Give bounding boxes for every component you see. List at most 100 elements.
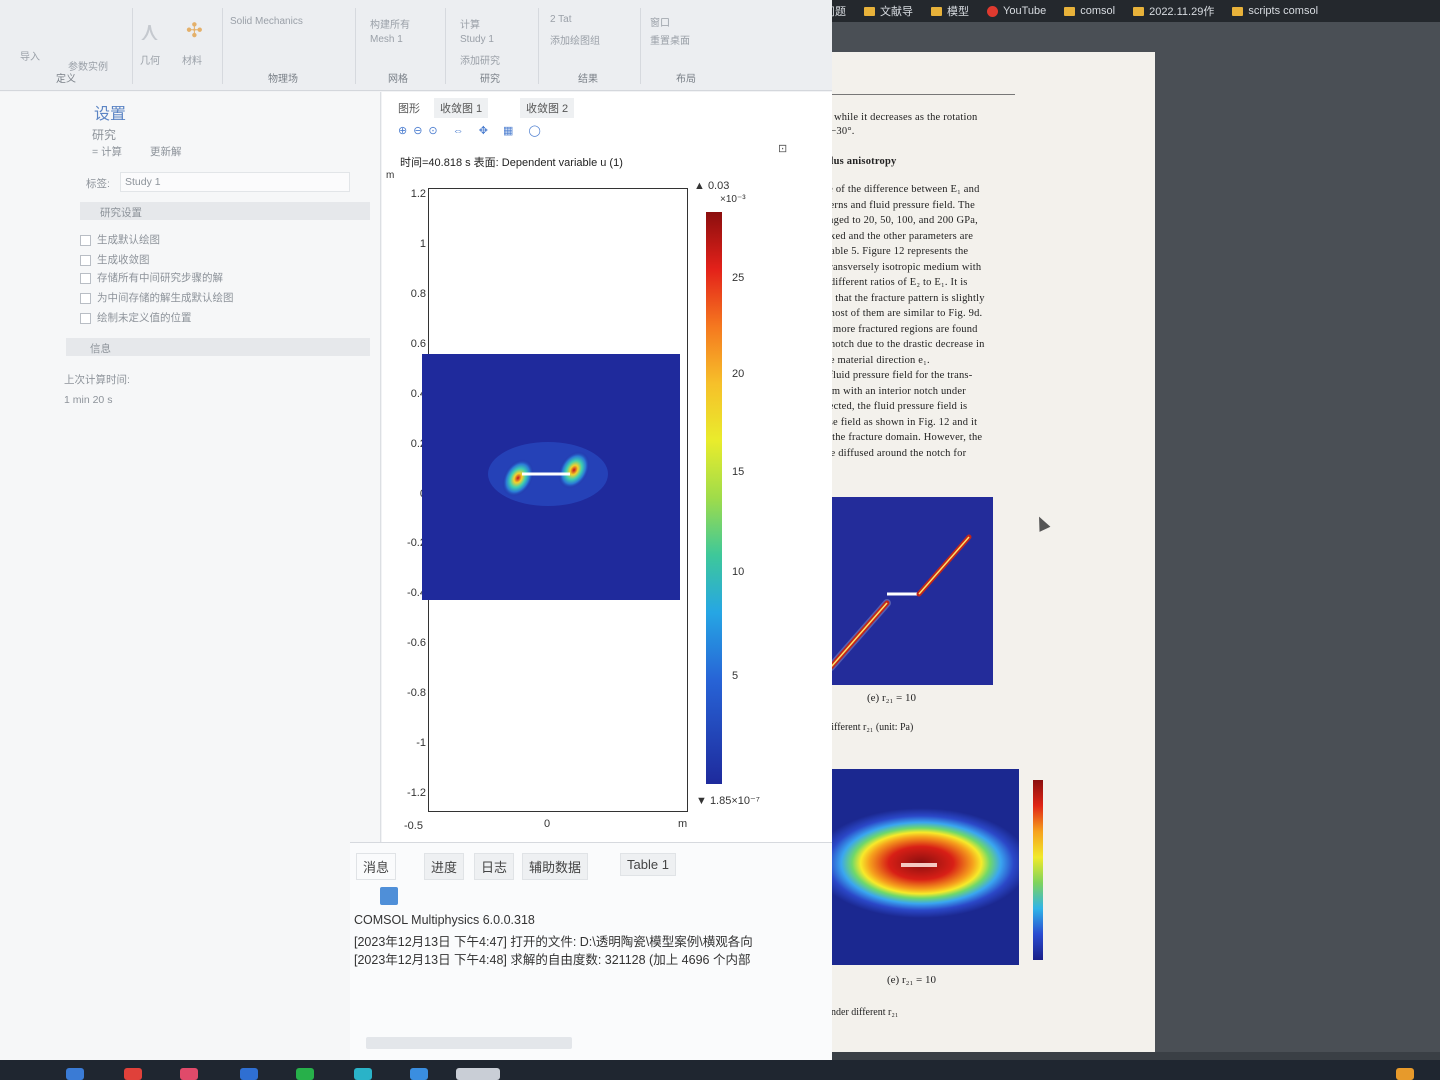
taskbar-app-icon[interactable] [410, 1068, 428, 1080]
colorbar-tick: 10 [732, 566, 745, 578]
folder-icon [1064, 6, 1076, 16]
geometry-icon[interactable]: ⋏ [140, 16, 159, 47]
taskbar-app-icon[interactable] [456, 1068, 500, 1080]
pdf-text-line: phase field as shown in Fig. 12 and it [813, 417, 978, 428]
bookmark-item[interactable]: comsol [1064, 5, 1115, 17]
camera-icon[interactable]: ⊡ [778, 142, 787, 155]
tab-messages[interactable]: 消息 [356, 853, 397, 880]
section-header[interactable]: 信息 [66, 338, 370, 356]
colorbar-max: ▲ 0.03 [694, 180, 730, 192]
tab-convergence-2[interactable]: 收敛图 2 [520, 98, 575, 118]
compute-button[interactable]: = 计算 [92, 144, 122, 159]
checkbox[interactable] [80, 234, 91, 246]
ribbon-toolbar: Solid Mechanics 构建所有 Mesh 1 计算 Study 1 添… [0, 0, 832, 91]
y-tick-label: -0.2 [407, 537, 426, 550]
tab-progress[interactable]: 进度 [424, 853, 465, 880]
pdf-page: 30°, while it decreases as the rotation β… [805, 52, 1155, 1052]
youtube-icon [987, 5, 998, 17]
ribbon-button[interactable]: Study 1 [460, 34, 494, 45]
pdf-text-line: he transversely isotropic medium with [813, 262, 982, 273]
tab-convergence-1[interactable]: 收敛图 1 [434, 98, 489, 118]
label-key: 标签: [86, 178, 110, 190]
tab-table-1[interactable]: Table 1 [620, 853, 676, 876]
pdf-text-line: edium with an interior notch under [813, 386, 966, 397]
horizontal-scrollbar[interactable] [366, 1037, 572, 1049]
pdf-text-line: changed to 20, 50, 100, and 200 GPa, [813, 215, 978, 226]
pdf-text-line: ing notch due to the drastic decrease in [813, 339, 985, 350]
bookmarks-bar: 问题 文献导 模型 YouTube comsol 2022.11.29作 scr… [800, 0, 1440, 22]
update-solution-button[interactable]: 更新解 [150, 144, 182, 159]
tab-log[interactable]: 日志 [474, 853, 515, 880]
ribbon-button[interactable]: 重置桌面 [650, 32, 690, 47]
ribbon-button[interactable]: 2 Tat [550, 14, 572, 25]
divider [538, 8, 539, 84]
x-tick-label: -0.5 [404, 820, 423, 832]
divider [815, 94, 1015, 95]
bookmark-item[interactable]: scripts comsol [1232, 5, 1318, 17]
y-tick-label: -0.8 [407, 687, 426, 700]
ribbon-button[interactable]: Solid Mechanics [230, 16, 303, 27]
material-icon[interactable]: ✣ [186, 18, 203, 43]
taskbar-app-icon[interactable] [124, 1068, 142, 1080]
ribbon-button[interactable]: 添加绘图组 [550, 32, 600, 47]
taskbar-app-icon[interactable] [354, 1068, 372, 1080]
taskbar-app-icon[interactable] [296, 1068, 314, 1080]
bookmark-item[interactable]: YouTube [987, 5, 1046, 17]
tab-graphics[interactable]: 图形 [392, 98, 426, 118]
ribbon-button[interactable]: 添加研究 [460, 52, 500, 67]
bookmark-item[interactable]: 2022.11.29作 [1133, 3, 1214, 19]
ribbon-button[interactable]: 计算 [460, 16, 480, 31]
checkbox-undefined-values[interactable]: 绘制未定义值的位置 [80, 310, 192, 325]
ribbon-button[interactable]: Mesh 1 [370, 34, 403, 45]
taskbar-app-icon[interactable] [240, 1068, 258, 1080]
ribbon-group-label: 布局 [676, 74, 696, 85]
pdf-text-line: = 5, more fractured regions are found [813, 324, 978, 335]
taskbar-app-icon[interactable] [66, 1068, 84, 1080]
bookmark-item[interactable]: 文献导 [864, 3, 913, 19]
checkbox-store-intermediate[interactable]: 存储所有中间研究步骤的解 [80, 270, 223, 285]
pdf-text-line: more diffused around the notch for [813, 448, 967, 459]
ribbon-group-label: 物理场 [268, 74, 298, 85]
last-compute-label: 上次计算时间: [64, 374, 130, 386]
y-tick-label: -1.2 [407, 787, 426, 799]
checkbox-default-plots[interactable]: 生成默认绘图 [80, 232, 160, 247]
pdf-text-line: e in the fracture domain. However, the [813, 432, 983, 443]
colorbar [706, 212, 722, 784]
y-tick-label: 0.4 [410, 387, 426, 400]
checkbox[interactable] [80, 312, 91, 324]
checkbox[interactable] [80, 292, 91, 304]
divider [355, 8, 356, 84]
taskbar-app-icon[interactable] [180, 1068, 198, 1080]
message-line: COMSOL Multiphysics 6.0.0.318 [354, 913, 535, 927]
ribbon-group-label: 定义 [56, 74, 76, 85]
clear-messages-icon[interactable] [380, 887, 398, 905]
ribbon-button[interactable]: 窗口 [650, 14, 670, 29]
figure-phase-field [817, 497, 993, 685]
checkbox[interactable] [80, 272, 91, 284]
ribbon-group-label: 结果 [578, 74, 598, 85]
ribbon-button[interactable]: 材料 [182, 52, 202, 67]
checkbox[interactable] [80, 254, 91, 266]
ribbon-button[interactable]: 构建所有 [370, 16, 410, 31]
divider [132, 8, 133, 84]
checkbox-convergence[interactable]: 生成收敛图 [80, 252, 150, 267]
ribbon-button[interactable]: 导入 [20, 48, 40, 63]
divider [222, 8, 223, 84]
zoom-in-icon[interactable]: ⊕⊖⊙ ⇔ ✥ ▦ ◯ [398, 124, 547, 137]
section-title: 研究设置 [100, 207, 142, 219]
messages-panel: 消息 进度 日志 辅助数据 Table 1 COMSOL Multiphysic… [350, 842, 832, 1060]
ribbon-button[interactable]: 几何 [140, 52, 160, 67]
taskbar-tray-icon[interactable] [1396, 1068, 1414, 1080]
label-field-value: Study 1 [125, 176, 161, 188]
last-compute-value: 1 min 20 s [64, 394, 113, 406]
graphics-window: 图形 收敛图 1 收敛图 2 ⊕⊖⊙ ⇔ ✥ ▦ ◯ 时间=40.818 s 表… [382, 92, 832, 842]
bookmark-item[interactable]: 模型 [931, 3, 969, 19]
y-axis-unit: m [386, 170, 395, 181]
checkbox-intermediate-plots[interactable]: 为中间存储的解生成默认绘图 [80, 290, 234, 305]
panel-title: 设置 [94, 106, 127, 123]
section-header[interactable]: 研究设置 [80, 202, 370, 220]
label-field[interactable]: Study 1 [120, 172, 350, 192]
tab-auxiliary-data[interactable]: 辅助数据 [522, 853, 589, 880]
colorbar-tick: 5 [732, 670, 739, 682]
figure-colorbar [1033, 780, 1043, 960]
